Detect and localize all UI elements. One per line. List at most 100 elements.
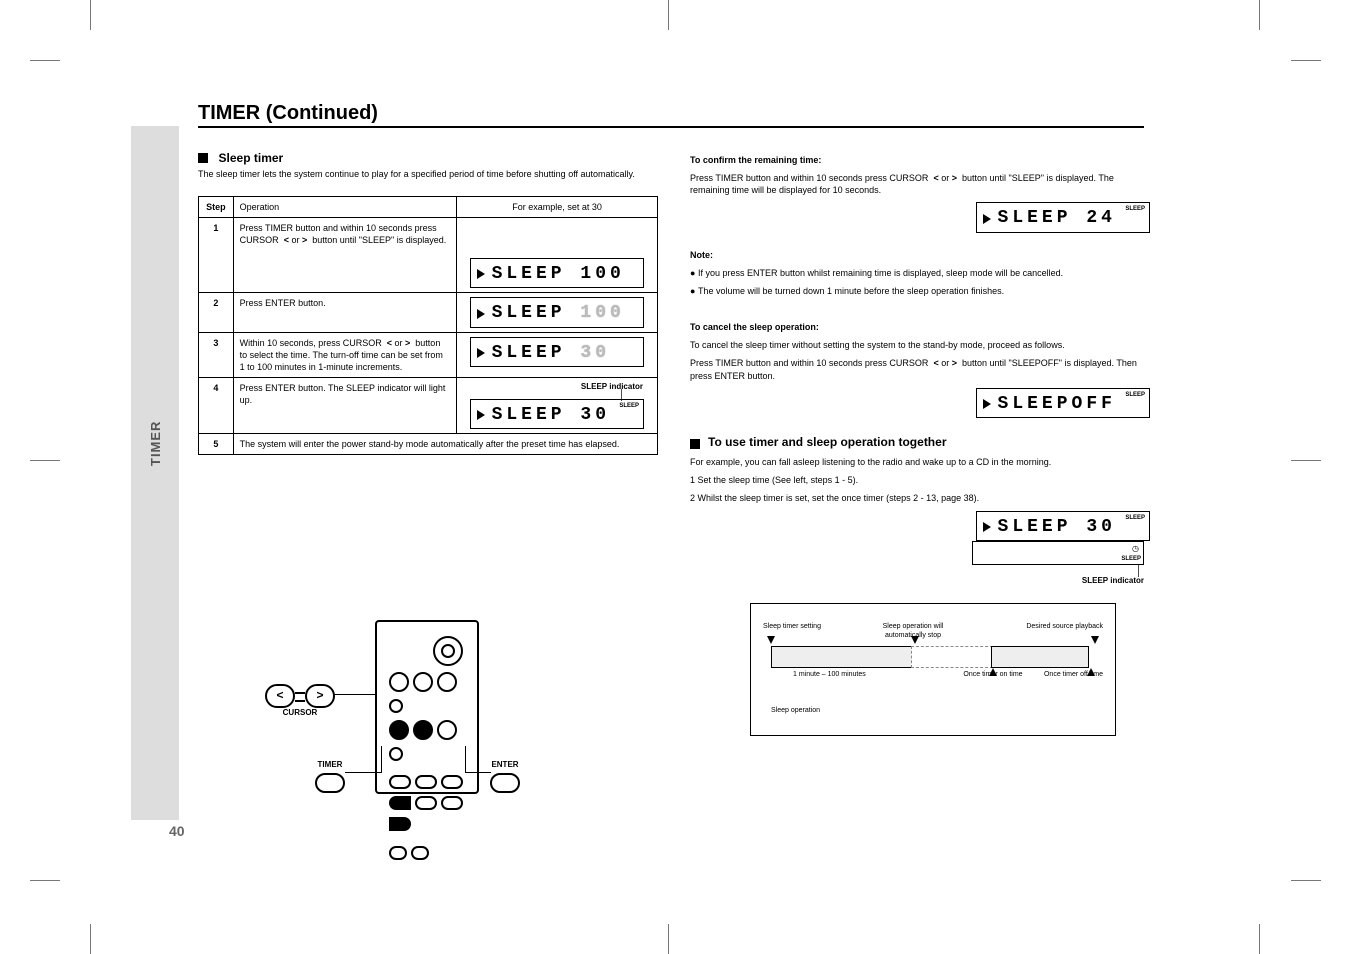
crop-mark — [90, 0, 92, 30]
step-num: 1 — [199, 218, 234, 293]
enter-button: ENTER — [490, 760, 520, 793]
page: TIMER TIMER (Continued) Sleep timer The … — [0, 0, 1351, 954]
step-display: SLEEP 100 — [457, 218, 658, 293]
once-bar — [991, 646, 1089, 668]
col-display: For example, set at 30 — [457, 197, 658, 218]
lcd-display: SLEEP 100 — [470, 258, 644, 288]
timer-diagram: Sleep timer setting Sleep operation will… — [750, 603, 1116, 736]
lcd-display: SLEEP 30 SLEEP — [976, 511, 1150, 541]
gap-bar — [911, 646, 993, 668]
sleep-indicator: SLEEP — [619, 402, 639, 410]
crop-mark — [1291, 60, 1321, 62]
lcd-text: SLEEP 30 — [998, 517, 1116, 537]
lcd-display: SLEEP 30 — [470, 337, 644, 367]
lcd-text: SLEEP 24 — [998, 208, 1116, 228]
crop-mark — [1259, 924, 1261, 954]
lcd-text-flashing: 100 — [580, 303, 624, 323]
step-desc: Press ENTER button. — [233, 293, 456, 332]
lcd-display: SLEEP 100 — [470, 297, 644, 327]
crop-mark — [30, 460, 60, 462]
step-desc: The system will enter the power stand-by… — [233, 434, 657, 455]
play-icon — [477, 269, 485, 279]
lcd-text: SLEEP — [492, 343, 581, 363]
table-row: 1 Press TIMER button and within 10 secon… — [199, 218, 658, 293]
crop-mark — [90, 924, 92, 954]
clock-icon: ◷ — [1132, 544, 1139, 555]
crop-mark — [668, 0, 670, 30]
remote-diagram: < > CURSOR TIMER ENTER — [265, 620, 555, 800]
col-operation: Operation — [233, 197, 456, 218]
table-row: 4 Press ENTER button. The SLEEP indicato… — [199, 378, 658, 434]
step-desc: Press TIMER button and within 10 seconds… — [233, 218, 456, 293]
lcd-text: SLEEP — [492, 303, 581, 323]
lcd-display: SLEEPOFF SLEEP — [976, 388, 1150, 418]
right-column: To confirm the remaining time: Press TIM… — [690, 154, 1150, 736]
cursor-label: CURSOR — [265, 708, 335, 719]
lcd-display: SLEEP 30 SLEEP — [470, 399, 644, 429]
table-row: 5 The system will enter the power stand-… — [199, 434, 658, 455]
section-intro: The sleep timer lets the system continue… — [198, 168, 658, 180]
enter-label: ENTER — [490, 760, 520, 771]
button-shape-icon — [315, 773, 345, 793]
lcd-display: SLEEP 24 SLEEP — [976, 202, 1150, 232]
crop-mark — [1259, 0, 1261, 30]
page-title: TIMER (Continued) — [198, 100, 378, 127]
leader-line — [333, 694, 377, 695]
play-icon — [477, 348, 485, 358]
page-number: 40 — [169, 822, 185, 841]
step-display: SLEEP 100 — [457, 293, 658, 332]
section-heading: Sleep timer — [198, 150, 283, 166]
step-desc: Press ENTER button. The SLEEP indicator … — [233, 378, 456, 434]
section-heading-text: Sleep timer — [219, 151, 284, 165]
crop-mark — [1291, 460, 1321, 462]
play-icon — [477, 410, 485, 420]
sleep-indicator: SLEEP — [1121, 555, 1141, 563]
button-grid — [387, 670, 467, 865]
lcd-text-flashing: 30 — [580, 343, 610, 363]
timer-button: TIMER — [315, 760, 345, 793]
step-display: SLEEP 30 — [457, 332, 658, 377]
crop-mark — [30, 60, 60, 62]
crop-mark — [1291, 880, 1321, 882]
step-num: 4 — [199, 378, 234, 434]
crop-mark — [668, 924, 670, 954]
combo-heading: To use timer and sleep operation togethe… — [690, 434, 1150, 450]
crop-mark — [30, 880, 60, 882]
lcd-text: SLEEP 30 — [492, 405, 610, 425]
sleep-bar — [771, 646, 913, 668]
table-row: 3 Within 10 seconds, press CURSOR < or >… — [199, 332, 658, 377]
cancel-title: To cancel the sleep operation: — [690, 322, 819, 332]
step-desc: Within 10 seconds, press CURSOR < or > b… — [233, 332, 456, 377]
check-title: To confirm the remaining time: — [690, 155, 821, 165]
square-bullet-icon — [198, 153, 208, 163]
lcd-text: SLEEP 100 — [492, 264, 625, 284]
lcd-text: SLEEPOFF — [998, 394, 1116, 414]
sleep-indicator: SLEEP — [1125, 514, 1145, 522]
sidebar-tab: TIMER — [131, 126, 179, 820]
notes-title: Note: — [690, 250, 713, 260]
play-icon — [983, 522, 991, 532]
table-row: 2 Press ENTER button. SLEEP 100 — [199, 293, 658, 332]
cursor-buttons: < > CURSOR — [265, 684, 335, 719]
step-display: SLEEP indicator │ SLEEP 30 SLEEP — [457, 378, 658, 434]
sleep-indicator: SLEEP — [1125, 391, 1145, 399]
table-header-row: Step Operation For example, set at 30 — [199, 197, 658, 218]
cursor-left-icon: < — [265, 684, 295, 708]
cursor-right-icon: > — [305, 684, 335, 708]
power-ring-icon — [433, 636, 463, 666]
timer-label: TIMER — [315, 760, 345, 771]
col-step: Step — [199, 197, 234, 218]
step-num: 3 — [199, 332, 234, 377]
play-icon — [477, 309, 485, 319]
button-shape-icon — [490, 773, 520, 793]
step-num: 5 — [199, 434, 234, 455]
play-icon — [983, 399, 991, 409]
callout: SLEEP indicator — [690, 576, 1144, 587]
steps-table: Step Operation For example, set at 30 1 … — [198, 196, 658, 455]
play-icon — [983, 214, 991, 224]
sidebar-label: TIMER — [147, 421, 165, 466]
step-num: 2 — [199, 293, 234, 332]
title-rule — [198, 126, 1144, 128]
sleep-indicator: SLEEP — [1125, 205, 1145, 213]
remote-body — [375, 620, 479, 794]
